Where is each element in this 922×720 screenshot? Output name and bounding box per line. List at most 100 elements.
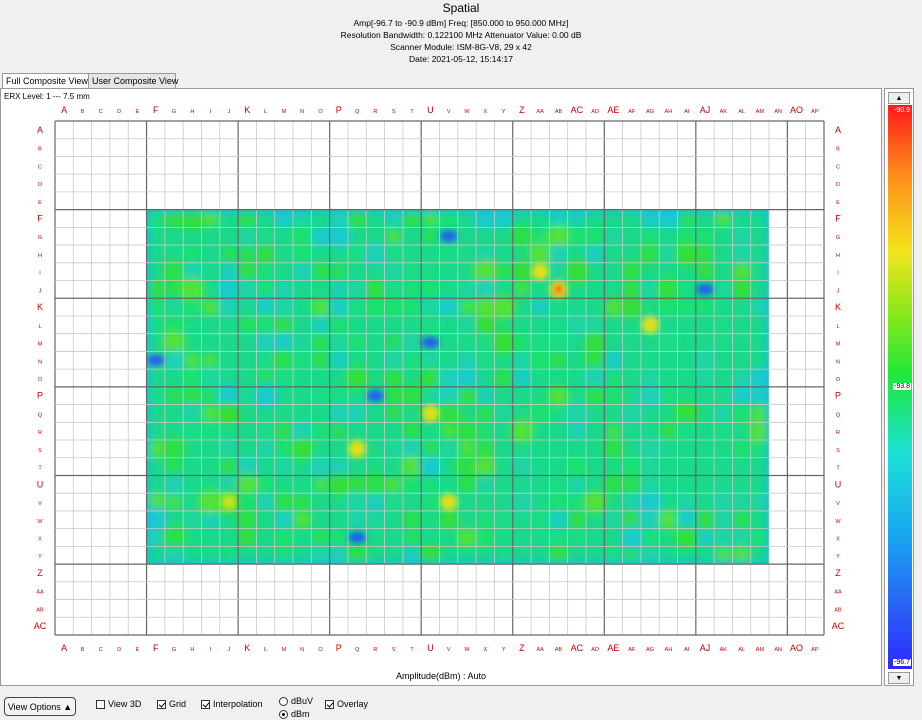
heatmap-cell-blob <box>550 475 567 493</box>
heatmap-cell-blob <box>459 441 475 457</box>
heatmap-cell-blob <box>186 318 199 331</box>
heatmap-cell-blob <box>295 335 310 350</box>
column-label-bottom: C <box>99 647 103 653</box>
row-label-right: A <box>835 125 841 135</box>
tab-user-composite-view[interactable]: User Composite View <box>88 73 178 88</box>
heatmap-cell-blob <box>347 404 367 423</box>
row-label-left: AB <box>36 607 44 613</box>
heatmap-cell-blob <box>349 476 365 493</box>
row-label-right: W <box>835 519 841 525</box>
heatmap-cell-blob <box>383 261 404 282</box>
heatmap-cell-blob <box>565 313 589 337</box>
heatmap-cell-blob <box>258 441 273 456</box>
dbm-radio[interactable]: dBm <box>279 709 310 720</box>
column-label-bottom: AB <box>555 647 563 653</box>
heatmap-cell-blob <box>349 512 365 527</box>
heatmap-cell-blob <box>602 384 625 407</box>
heatmap-cell-blob <box>275 280 293 298</box>
heatmap-cell-blob <box>290 437 314 461</box>
heatmap-cell-blob <box>386 477 401 492</box>
column-label-top: Z <box>519 105 525 115</box>
column-label-bottom: Y <box>502 647 506 653</box>
row-label-left: U <box>37 479 44 489</box>
row-label-right: I <box>837 271 839 277</box>
heatmap-cell-blob <box>273 492 294 513</box>
scale-up-button[interactable]: ▲ <box>888 92 910 104</box>
row-label-left: H <box>38 253 42 259</box>
heatmap-cell-blob <box>455 366 479 390</box>
heatmap-cell-blob <box>514 353 529 368</box>
column-label-bottom: Q <box>355 647 360 653</box>
interpolation-checkbox[interactable]: Interpolation <box>201 699 263 710</box>
heatmap-hotspot-core <box>224 498 233 507</box>
row-label-left: N <box>38 359 42 365</box>
heatmap-cell-blob <box>162 259 186 284</box>
heatmap-cell-blob <box>548 385 569 407</box>
heatmap-cell-blob <box>473 313 497 337</box>
column-label-bottom: AH <box>665 647 673 653</box>
row-label-right: Y <box>836 554 840 560</box>
heatmap-cell-blob <box>551 353 566 368</box>
spatial-grid-plot[interactable]: AABBCCDDEEFFGGHHIIJJKKLLMMNNOOPPQQRRSSTT… <box>0 88 882 686</box>
heatmap-cell-blob <box>311 297 330 317</box>
heatmap-cell-blob <box>604 511 623 529</box>
column-label-top: N <box>300 109 304 115</box>
heatmap-cell-blob <box>565 455 588 478</box>
heatmap-hotspot-core <box>426 409 435 418</box>
column-label-bottom: N <box>300 647 304 653</box>
tab-full-composite-view[interactable]: Full Composite View <box>2 73 90 89</box>
scale-down-button[interactable]: ▼ <box>888 672 910 684</box>
heatmap-cell-blob <box>273 367 295 389</box>
heatmap-cell-blob <box>164 474 184 495</box>
column-label-top: A <box>61 105 67 115</box>
column-label-top: Q <box>355 109 360 115</box>
view-options-button[interactable]: View Options ▲ <box>4 697 76 716</box>
heatmap-cell-blob <box>276 424 291 439</box>
heatmap-cell-blob <box>422 264 438 280</box>
heatmap-cell-blob <box>624 476 640 492</box>
heatmap-cell-blob <box>752 406 768 421</box>
scale-mid-label: -93.8 <box>893 383 911 390</box>
heatmap-cell-blob <box>510 224 534 249</box>
column-label-top: U <box>427 105 434 115</box>
column-label-bottom: E <box>136 647 140 653</box>
row-label-right: F <box>835 213 841 223</box>
dbuv-radio[interactable]: dBuV <box>279 696 313 707</box>
heatmap-cell-blob <box>604 298 623 316</box>
heatmap-cell-blob <box>277 548 291 562</box>
heatmap-cell-blob <box>620 295 644 319</box>
heatmap-cell-blob <box>217 401 241 426</box>
heatmap-cell-blob <box>494 368 513 388</box>
amplitude-scale: ▲ -90.9 -93.8 -96.7 ▼ <box>884 88 914 686</box>
heatmap-cell-blob <box>675 525 699 550</box>
heatmap-cell-blob <box>478 247 492 261</box>
column-label-bottom: F <box>153 643 159 653</box>
grid-checkbox[interactable]: Grid <box>157 699 186 710</box>
column-label-bottom: O <box>318 647 323 653</box>
heatmap-cell-blob <box>587 317 603 333</box>
heatmap-cell-blob <box>696 263 714 281</box>
column-label-top: AP <box>811 109 819 115</box>
overlay-checkbox[interactable]: Overlay <box>325 699 368 710</box>
heatmap-cell-blob <box>606 371 621 385</box>
row-label-left: V <box>38 501 42 507</box>
date-info: Date: 2021-05-12, 15:14:17 <box>409 54 513 64</box>
column-label-top: AM <box>756 109 765 115</box>
view-3d-checkbox[interactable]: View 3D <box>96 699 141 710</box>
heatmap-cell-blob <box>402 421 422 441</box>
row-label-right: D <box>836 182 840 188</box>
heatmap-cell-blob <box>475 439 495 459</box>
heatmap-cell-blob <box>607 425 620 438</box>
heatmap-cell-blob <box>474 456 496 478</box>
heatmap-cell-blob <box>387 336 401 350</box>
column-label-top: AN <box>774 109 782 115</box>
heatmap-cell-blob <box>257 281 274 298</box>
row-label-left: D <box>38 182 42 188</box>
heatmap-cell-blob <box>551 317 566 333</box>
heatmap-cell-blob <box>404 264 420 280</box>
heatmap-cell-blob <box>294 494 311 510</box>
heatmap-cell-blob <box>423 442 438 456</box>
heatmap-cell-blob <box>275 511 293 529</box>
column-label-top: AG <box>646 109 654 115</box>
heatmap-cell-blob <box>387 407 400 420</box>
